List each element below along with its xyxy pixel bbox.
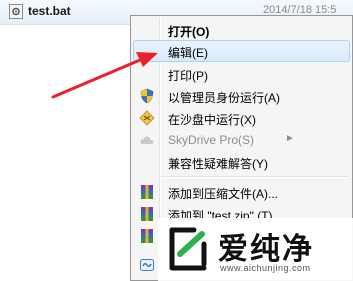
- watermark-url: www.aichunjing.com: [220, 263, 311, 273]
- watermark: 爱纯净 www.aichunjing.com: [158, 218, 353, 281]
- aichunjing-logo-icon: [169, 227, 207, 271]
- watermark-brand-name: 爱纯净: [218, 233, 314, 266]
